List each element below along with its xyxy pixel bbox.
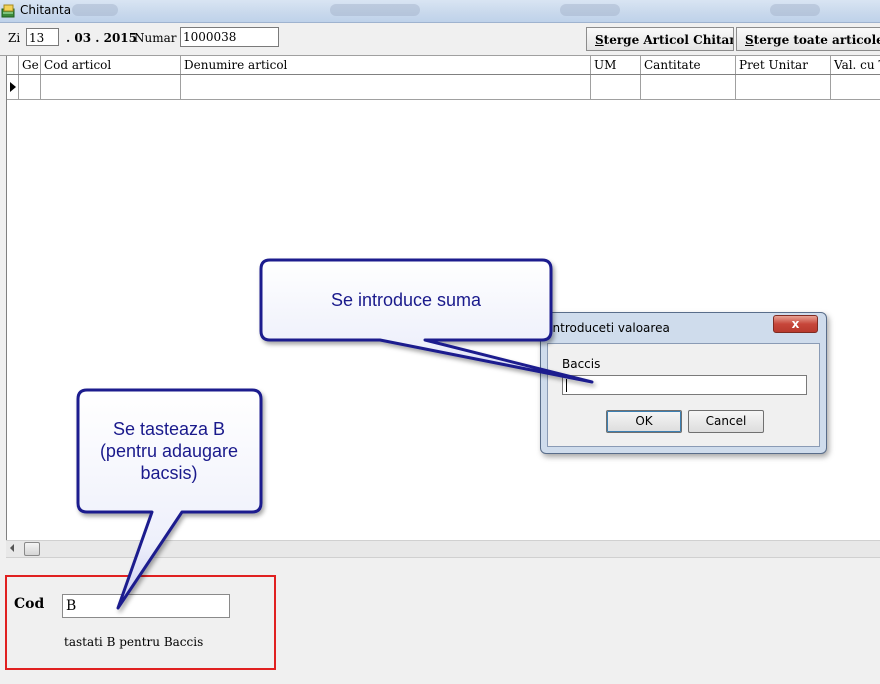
cell-val-cu-tva[interactable] — [831, 75, 880, 99]
sterge-toate-button[interactable]: Sterge toate articolele chi — [736, 27, 880, 51]
zi-label: Zi — [8, 31, 21, 45]
cell-um[interactable] — [591, 75, 641, 99]
dialog-body: Baccis OK Cancel — [547, 343, 820, 447]
current-row-indicator-icon — [10, 82, 16, 92]
baccis-label: Baccis — [562, 357, 601, 371]
sterge-toate-label: terge toate articolele chi — [753, 33, 880, 47]
col-header-val-cu-tva[interactable]: Val. cu TV — [831, 56, 880, 74]
row-selector[interactable] — [7, 75, 19, 99]
col-header-pret-unitar[interactable]: Pret Unitar — [736, 56, 831, 74]
title-blur-decoration — [72, 4, 118, 16]
title-blur-decoration — [560, 4, 620, 16]
cod-hint: tastati B pentru Baccis — [64, 635, 204, 649]
col-header-cantitate[interactable]: Cantitate — [641, 56, 736, 74]
cell-cantitate[interactable] — [641, 75, 736, 99]
scroll-left-arrow-icon[interactable] — [10, 544, 14, 552]
numar-label: Numar : — [134, 31, 185, 45]
grid-header: Ge Cod articol Denumire articol UM Canti… — [7, 56, 880, 75]
cell-pret-unitar[interactable] — [736, 75, 831, 99]
cod-input[interactable]: B — [62, 594, 230, 618]
text-caret — [566, 379, 567, 392]
col-header-um[interactable]: UM — [591, 56, 641, 74]
top-callout-text: Se introduce suma — [330, 290, 482, 310]
title-blur-decoration — [330, 4, 420, 16]
sterge-articol-label: terge Articol Chitanta — [603, 33, 733, 47]
title-blur-decoration — [770, 4, 820, 16]
col-header-cod-articol[interactable]: Cod articol — [41, 56, 181, 74]
table-row[interactable] — [7, 75, 880, 100]
dialog-close-button[interactable]: x — [773, 315, 818, 333]
window-titlebar: Chitanta — [0, 0, 880, 23]
app-icon — [1, 4, 15, 18]
cod-highlight-box — [5, 575, 276, 670]
date-month-year: . 03 . 2015 — [66, 31, 137, 45]
col-header-denumire[interactable]: Denumire articol — [181, 56, 591, 74]
cell-cod-articol[interactable] — [41, 75, 181, 99]
dialog-title: Introduceti valoarea — [549, 321, 670, 335]
close-icon: x — [791, 317, 800, 331]
numar-input[interactable]: 1000038 — [180, 27, 279, 47]
bottom-callout-line: (pentru adaugare — [99, 441, 239, 461]
bottom-callout-text: Se tasteaza B (pentru adaugare bacsis) — [80, 418, 258, 484]
window-title: Chitanta — [20, 3, 72, 17]
cell-denumire[interactable] — [181, 75, 591, 99]
bottom-callout-line: Se tasteaza B — [112, 419, 226, 439]
scroll-thumb[interactable] — [24, 542, 40, 556]
ok-button[interactable]: OK — [606, 410, 682, 433]
horizontal-scrollbar[interactable] — [6, 540, 880, 558]
sterge-toate-accel: S — [745, 33, 754, 47]
cell-ge[interactable] — [19, 75, 41, 99]
bottom-callout-line: bacsis) — [140, 463, 198, 483]
col-header-ge[interactable]: Ge — [19, 56, 41, 74]
sterge-articol-accel: S — [595, 33, 604, 47]
zi-input[interactable]: 13 — [26, 28, 59, 46]
baccis-input[interactable] — [562, 375, 807, 395]
row-selector-header — [7, 56, 19, 74]
input-dialog: Introduceti valoarea x Baccis OK Cancel — [540, 312, 827, 454]
cod-label: Cod — [14, 596, 45, 612]
cancel-button[interactable]: Cancel — [688, 410, 764, 433]
sterge-articol-button[interactable]: Sterge Articol Chitanta — [586, 27, 734, 51]
